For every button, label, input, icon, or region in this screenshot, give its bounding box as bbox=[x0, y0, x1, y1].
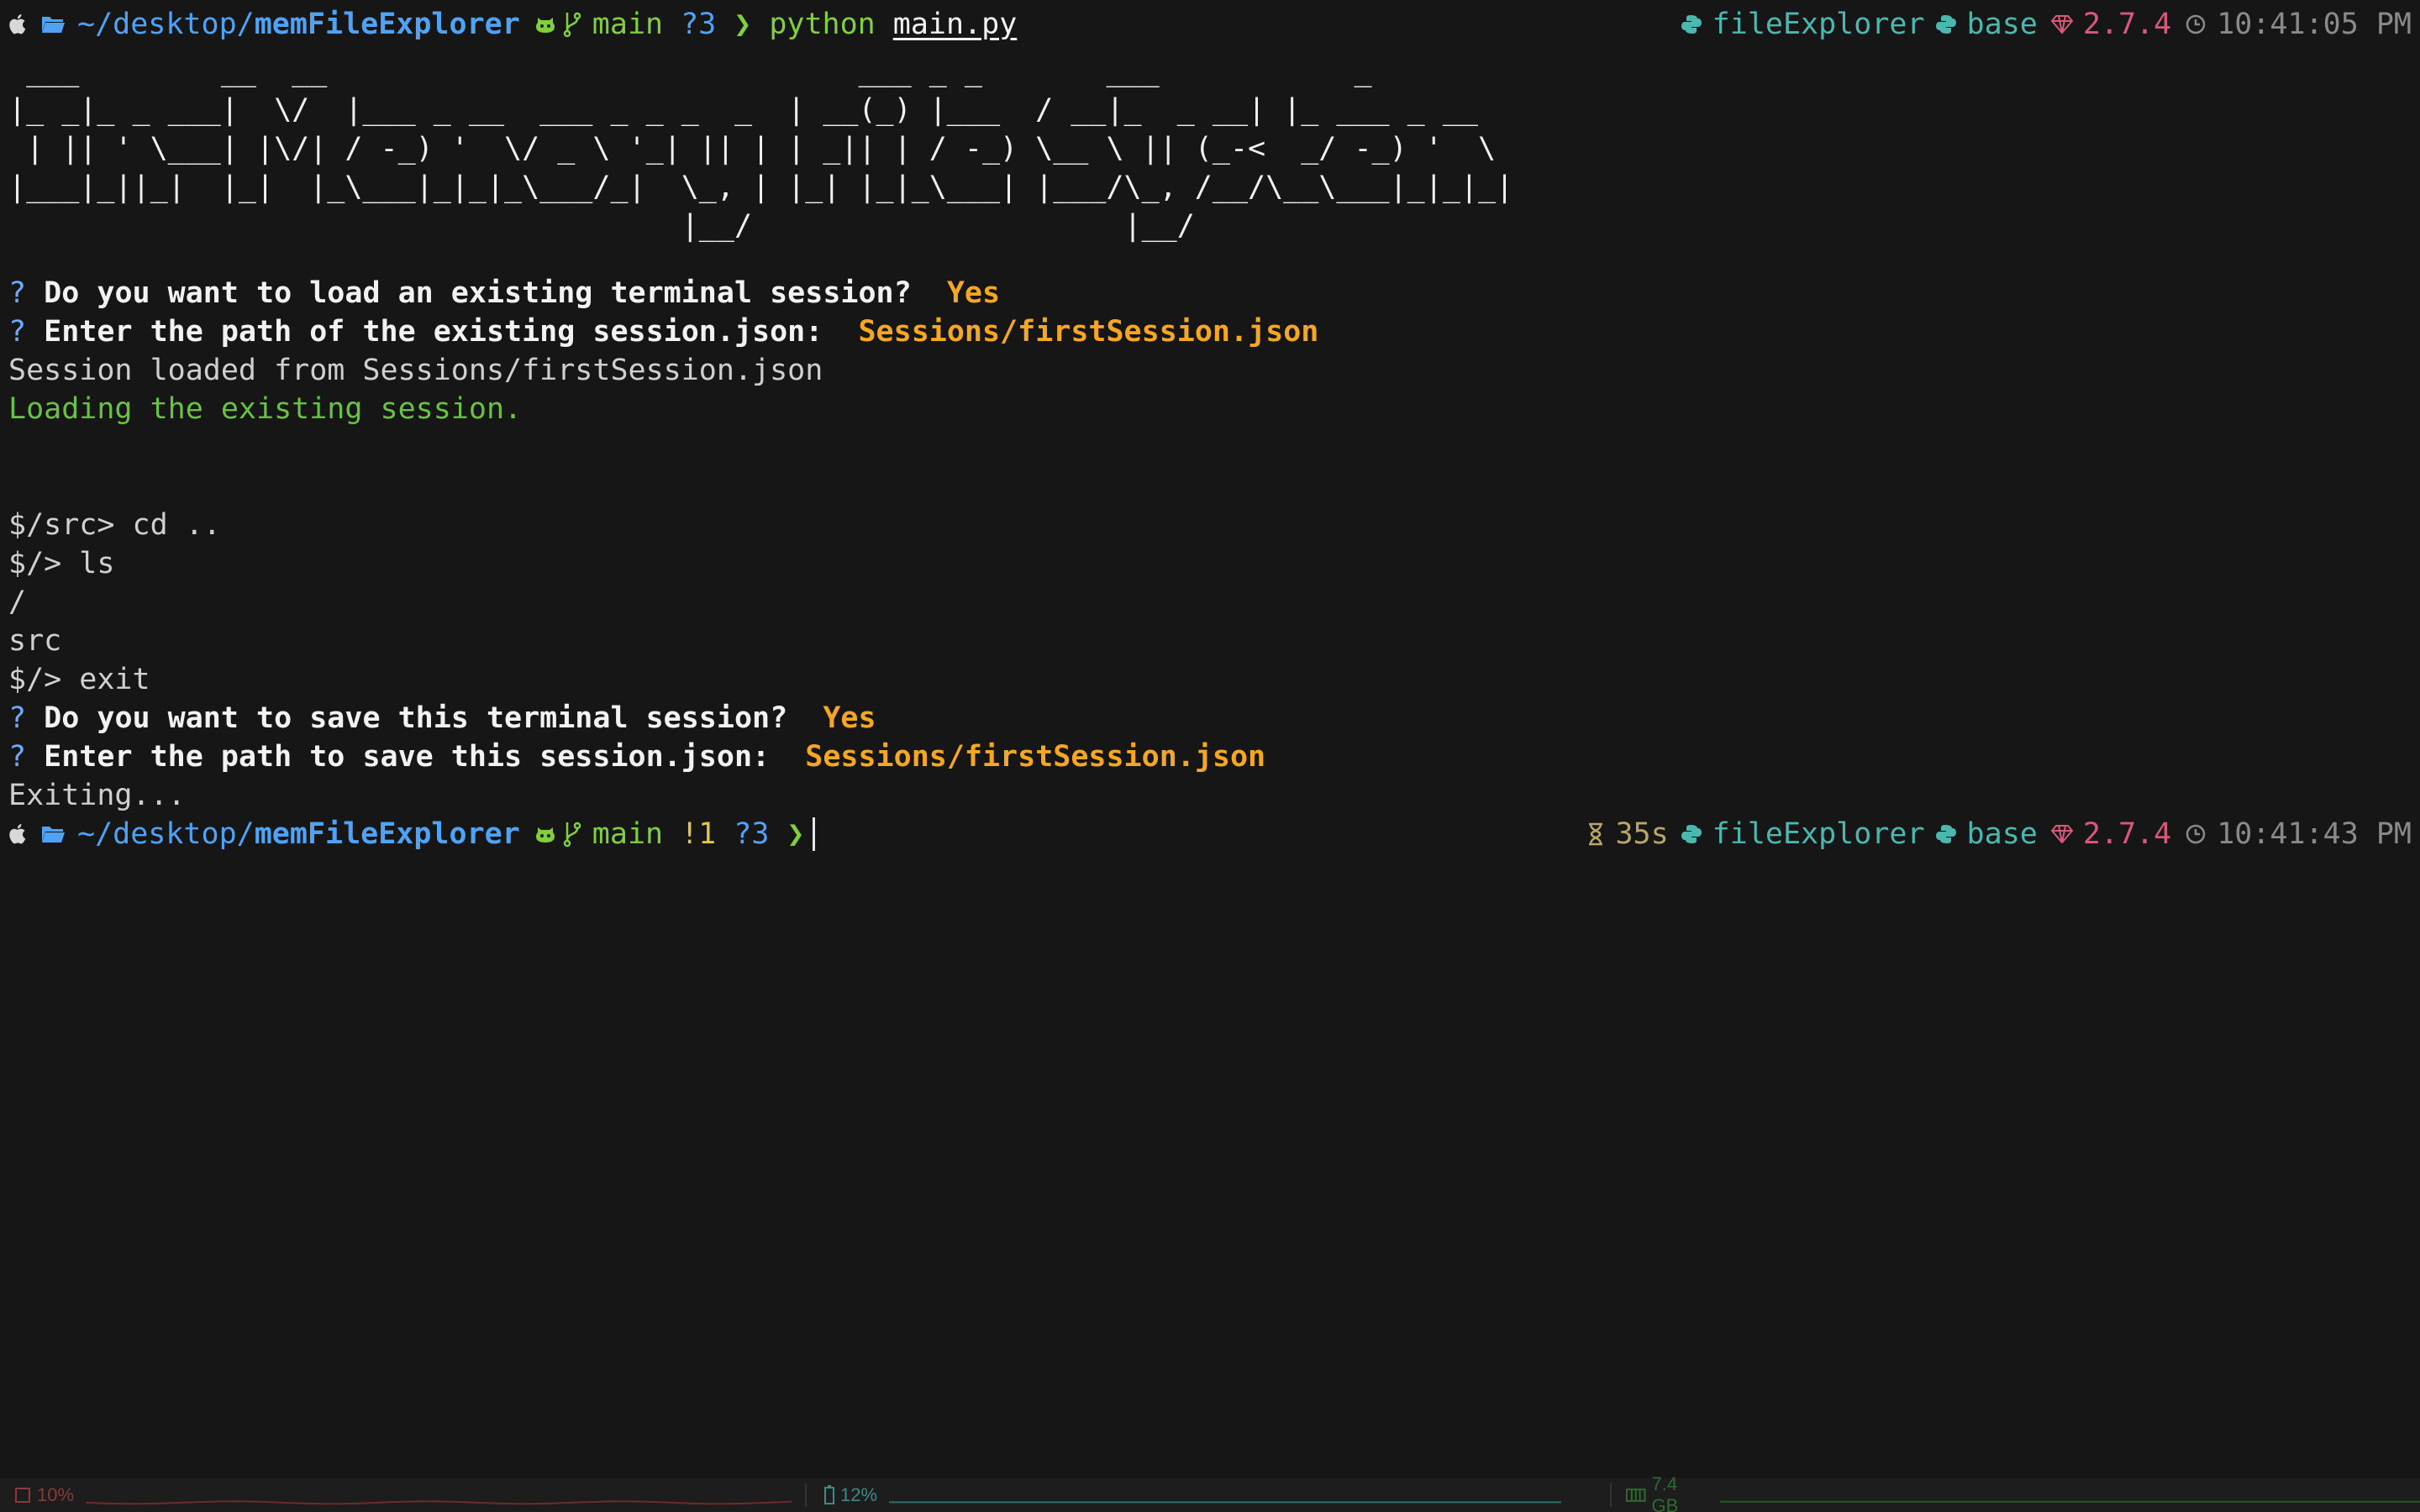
question-mark: ? bbox=[8, 701, 27, 735]
cpu-graph bbox=[86, 1500, 792, 1505]
answer-text: Yes bbox=[946, 276, 1001, 310]
clock-icon bbox=[2186, 14, 2206, 34]
shell-line: $/> exit bbox=[8, 663, 150, 696]
battery-icon bbox=[824, 1485, 834, 1504]
session-loaded-message: Session loaded from Sessions/firstSessio… bbox=[8, 354, 823, 387]
folder-icon bbox=[42, 827, 65, 843]
folder-icon bbox=[42, 17, 65, 33]
prompt-path-prefix: ~/desktop/ bbox=[77, 8, 255, 41]
git-branch-icon bbox=[563, 822, 581, 848]
prompt-save-path: ? Enter the path to save this session.js… bbox=[8, 738, 2412, 776]
status-divider bbox=[805, 1483, 807, 1507]
hourglass-icon bbox=[1589, 822, 1603, 846]
question-mark: ? bbox=[8, 315, 27, 349]
prompt-line-1: ~/desktop/memFileExplorer main ?3 ❯ pyth… bbox=[8, 5, 2412, 44]
question-mark: ? bbox=[8, 276, 27, 310]
memory-graph bbox=[1719, 1500, 2420, 1503]
ascii-banner: ___ __ __ ___ _ _ ___ _ |_ _|_ _ ___| \/… bbox=[8, 55, 1514, 243]
ruby-gem-icon bbox=[2050, 15, 2073, 34]
prompt-left: ~/desktop/memFileExplorer main !1 ?3 ❯ bbox=[8, 815, 816, 853]
question-text: Enter the path to save this session.json… bbox=[44, 740, 771, 774]
git-branch-name: main bbox=[592, 817, 664, 851]
prompt-path-dir: memFileExplorer bbox=[254, 8, 520, 41]
env-name: fileExplorer bbox=[1712, 8, 1925, 41]
github-icon bbox=[535, 827, 555, 843]
ruby-version: 2.7.4 bbox=[2082, 817, 2172, 851]
shell-line: src bbox=[8, 624, 62, 658]
question-text: Do you want to load an existing terminal… bbox=[44, 276, 912, 310]
text-cursor[interactable] bbox=[813, 817, 816, 851]
shell-line: / bbox=[8, 585, 27, 619]
apple-icon bbox=[9, 14, 26, 34]
prompt-time: 10:41:05 PM bbox=[2217, 8, 2412, 41]
env-name: fileExplorer bbox=[1712, 817, 1925, 851]
question-mark: ? bbox=[8, 740, 27, 774]
question-text: Do you want to save this terminal sessio… bbox=[44, 701, 788, 735]
python-icon bbox=[1681, 15, 1702, 34]
answer-text: Sessions/firstSession.json bbox=[858, 315, 1319, 349]
exiting-message: Exiting... bbox=[8, 779, 186, 812]
ruby-gem-icon bbox=[2050, 825, 2073, 844]
apple-icon bbox=[9, 824, 26, 844]
prompt-line-2[interactable]: ~/desktop/memFileExplorer main !1 ?3 ❯ 3… bbox=[8, 815, 2412, 853]
system-status-bar: 10% 12% 7.4 GB bbox=[0, 1473, 2420, 1512]
git-modified-count: !1 bbox=[681, 817, 717, 851]
github-icon bbox=[535, 18, 555, 33]
prompt-load-question: ? Do you want to load an existing termin… bbox=[8, 274, 2412, 312]
git-untracked-count: ?3 bbox=[734, 817, 770, 851]
prompt-path-prefix: ~/desktop/ bbox=[77, 817, 255, 851]
prompt-left: ~/desktop/memFileExplorer main ?3 ❯ pyth… bbox=[8, 5, 1017, 44]
git-untracked-count: ?3 bbox=[681, 8, 717, 41]
answer-text: Sessions/firstSession.json bbox=[805, 740, 1266, 774]
command-duration: 35s bbox=[1615, 817, 1669, 851]
memory-icon bbox=[1625, 1488, 1646, 1502]
cpu-usage: 10% bbox=[37, 1484, 75, 1505]
git-branch-icon bbox=[563, 12, 581, 38]
battery-graph bbox=[889, 1501, 1562, 1504]
python-icon bbox=[1935, 825, 1956, 843]
loading-message: Loading the existing session. bbox=[8, 392, 523, 426]
battery-level: 12% bbox=[840, 1484, 878, 1505]
status-divider bbox=[1610, 1483, 1612, 1507]
clock-icon bbox=[2186, 824, 2206, 844]
shell-line: $/src> cd .. bbox=[8, 508, 221, 542]
cpu-stat: 10% bbox=[13, 1478, 792, 1512]
command-argument: main.py bbox=[892, 8, 1018, 41]
command-name: python bbox=[769, 8, 876, 41]
prompt-chevron: ❯ bbox=[786, 817, 805, 851]
prompt-path-dir: memFileExplorer bbox=[254, 817, 520, 851]
prompt-time: 10:41:43 PM bbox=[2217, 817, 2412, 851]
ruby-version: 2.7.4 bbox=[2082, 8, 2172, 41]
prompt-save-question: ? Do you want to save this terminal sess… bbox=[8, 699, 2412, 738]
memory-stat: 7.4 GB bbox=[1625, 1473, 2420, 1512]
python-icon bbox=[1935, 15, 1956, 34]
prompt-chevron: ❯ bbox=[734, 8, 752, 41]
python-icon bbox=[1681, 825, 1702, 843]
battery-stat: 12% bbox=[823, 1478, 1562, 1512]
git-branch-name: main bbox=[592, 8, 664, 41]
shell-line: $/> ls bbox=[8, 547, 115, 580]
conda-env-name: base bbox=[1966, 817, 2038, 851]
question-text: Enter the path of the existing session.j… bbox=[44, 315, 823, 349]
conda-env-name: base bbox=[1966, 8, 2038, 41]
answer-text: Yes bbox=[823, 701, 876, 735]
memory-usage: 7.4 GB bbox=[1651, 1473, 1679, 1512]
prompt-load-path: ? Enter the path of the existing session… bbox=[8, 312, 2412, 351]
prompt-right: 35s fileExplorer base 2.7.4 10:41:43 PM bbox=[1586, 815, 2412, 853]
cpu-icon bbox=[15, 1488, 30, 1503]
prompt-right: fileExplorer base 2.7.4 10:41:05 PM bbox=[1681, 5, 2412, 44]
